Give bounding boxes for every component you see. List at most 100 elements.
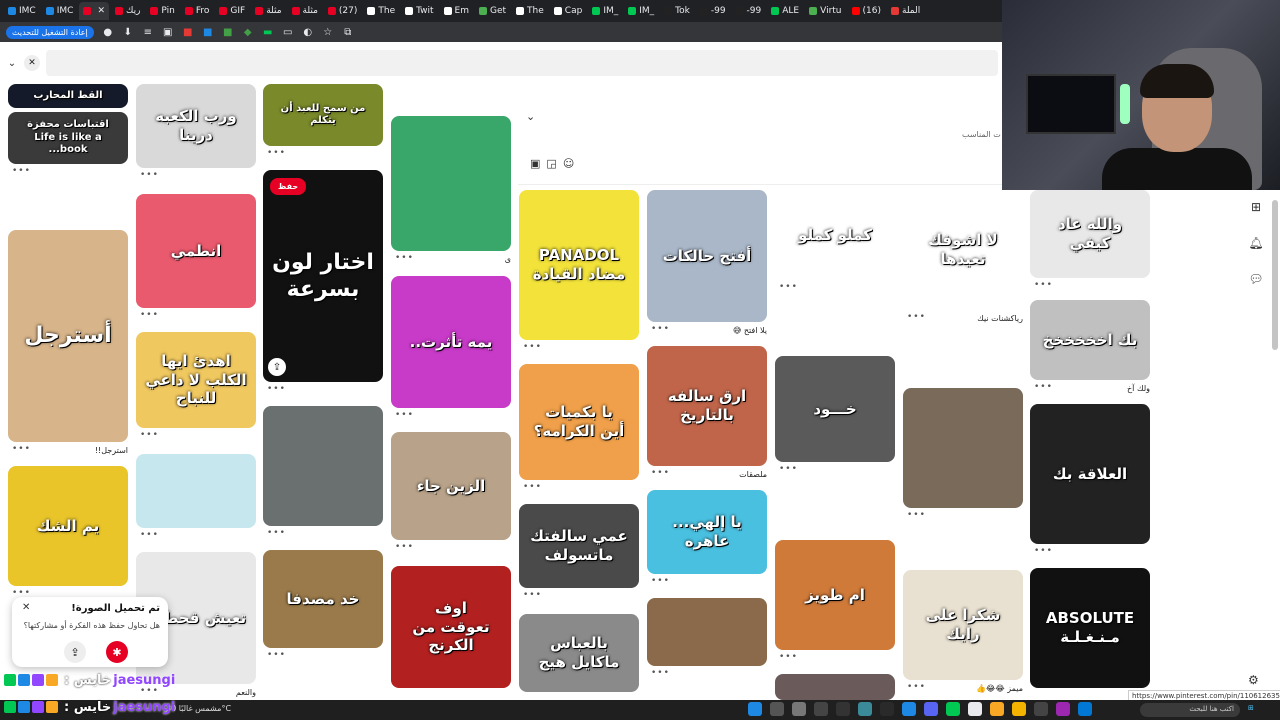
- pin-card[interactable]: [903, 388, 1023, 508]
- browser-tab[interactable]: Em: [440, 2, 473, 20]
- app-icon[interactable]: [770, 702, 784, 716]
- more-options-icon[interactable]: •••: [267, 384, 286, 394]
- pin-card[interactable]: شكرا على رايك: [903, 570, 1023, 680]
- pin-card[interactable]: بك اخخخخخخ: [1030, 300, 1150, 380]
- tab-search-icon[interactable]: ⧉: [342, 26, 354, 38]
- more-options-icon[interactable]: •••: [140, 430, 159, 440]
- menu-icon[interactable]: ≡: [142, 26, 154, 38]
- more-options-icon[interactable]: •••: [779, 652, 798, 662]
- search-input[interactable]: [46, 50, 998, 76]
- browser-tab[interactable]: IMC: [42, 2, 78, 20]
- app-icon[interactable]: [814, 702, 828, 716]
- pin-card[interactable]: يمه تأثرت..: [391, 276, 511, 408]
- pin-title[interactable]: والنعم: [136, 688, 256, 697]
- app-icon[interactable]: [836, 702, 850, 716]
- more-options-icon[interactable]: •••: [267, 528, 286, 538]
- pin-card[interactable]: أسترجل: [8, 230, 128, 442]
- close-icon[interactable]: ✕: [24, 55, 40, 71]
- pin-card[interactable]: [263, 406, 383, 526]
- close-icon[interactable]: ✕: [22, 602, 30, 613]
- more-options-icon[interactable]: •••: [523, 590, 542, 600]
- pin-card[interactable]: انطمي: [136, 194, 256, 308]
- pin-title[interactable]: ملصقات: [647, 470, 767, 479]
- download-icon[interactable]: ⬇: [122, 26, 134, 38]
- pin-card[interactable]: اهدئ ايها الكلب لا داعي للنباح: [136, 332, 256, 428]
- pin-card[interactable]: يا بكميات أين الكرامه؟: [519, 364, 639, 480]
- pin-title[interactable]: يلا افتح 😅: [647, 326, 767, 335]
- more-options-icon[interactable]: •••: [12, 166, 31, 176]
- browser-tab[interactable]: Virtu: [805, 2, 845, 20]
- pin-card[interactable]: ABSOLUTE مـنـغـلـة: [1030, 568, 1150, 688]
- folder-icon[interactable]: [990, 702, 1004, 716]
- chrome-icon[interactable]: [1012, 702, 1026, 716]
- messages-icon[interactable]: 💬︎: [1248, 272, 1263, 286]
- pin-card[interactable]: الزين جاء: [391, 432, 511, 540]
- app-icon[interactable]: [1078, 702, 1092, 716]
- browser-tab[interactable]: IM_: [588, 2, 622, 20]
- browser-tab[interactable]: مثلة: [288, 2, 322, 20]
- app-icon[interactable]: [1056, 702, 1070, 716]
- browser-tab[interactable]: IM_: [624, 2, 658, 20]
- app-icon[interactable]: [968, 702, 982, 716]
- more-options-icon[interactable]: •••: [140, 530, 159, 540]
- more-options-icon[interactable]: •••: [907, 510, 926, 520]
- browser-tab[interactable]: Get: [475, 2, 510, 20]
- more-options-icon[interactable]: •••: [779, 464, 798, 474]
- star-icon[interactable]: ☆: [322, 26, 334, 38]
- app-icon[interactable]: [880, 702, 894, 716]
- more-options-icon[interactable]: •••: [523, 482, 542, 492]
- more-options-icon[interactable]: •••: [140, 310, 159, 320]
- more-options-icon[interactable]: •••: [395, 410, 414, 420]
- browser-tab[interactable]: Twit: [401, 2, 437, 20]
- more-options-icon[interactable]: •••: [267, 650, 286, 660]
- extension-green2-icon[interactable]: ▬: [262, 26, 274, 38]
- pin-title[interactable]: ميمز 😂😂👍: [903, 684, 1023, 693]
- browser-tab[interactable]: ريك: [111, 2, 144, 20]
- share-icon[interactable]: ⇪: [64, 641, 86, 663]
- browser-tab[interactable]: الملة: [887, 2, 924, 20]
- browser-tab[interactable]: Tok: [660, 2, 694, 20]
- save-button[interactable]: حفظ: [270, 178, 307, 195]
- pin-card[interactable]: والله عاد كيفي: [1030, 190, 1150, 278]
- windows-icon[interactable]: ⊞: [1248, 704, 1254, 712]
- more-options-icon[interactable]: •••: [267, 148, 286, 158]
- pin-card[interactable]: خد مصدفا: [263, 550, 383, 648]
- pin-card[interactable]: من سمح للعبد أن يتكلم: [263, 84, 383, 146]
- more-options-icon[interactable]: •••: [395, 542, 414, 552]
- notifications-icon[interactable]: 🔔︎: [1248, 236, 1263, 250]
- pin-card[interactable]: يم الشك: [8, 466, 128, 586]
- share-icon[interactable]: ⇪: [268, 358, 286, 376]
- more-options-icon[interactable]: •••: [1034, 546, 1053, 556]
- close-tab-icon[interactable]: ✕: [97, 6, 105, 16]
- more-options-icon[interactable]: •••: [1034, 280, 1053, 290]
- pin-card[interactable]: اوف تعوقت من الكرنج: [391, 566, 511, 688]
- pin-card[interactable]: لا اشوفك تعيدها: [903, 190, 1023, 310]
- pin-title[interactable]: ى: [391, 255, 511, 264]
- browser-tab[interactable]: (16): [848, 2, 885, 20]
- browser-tab[interactable]: (27): [324, 2, 361, 20]
- pin-card[interactable]: اقتباسات محفزة Life is like a book...: [8, 112, 128, 164]
- pin-card[interactable]: بالعباس ماكايل هيج: [519, 614, 639, 692]
- extension-green-icon[interactable]: ■: [222, 26, 234, 38]
- app-icon[interactable]: [1034, 702, 1048, 716]
- browser-tab[interactable]: مثلة: [251, 2, 285, 20]
- pin-card[interactable]: أفتح حالكات: [647, 190, 767, 322]
- browser-tab[interactable]: Pin: [146, 2, 178, 20]
- extension-white-icon[interactable]: ▭: [282, 26, 294, 38]
- image-icon[interactable]: ▣: [530, 157, 540, 170]
- browser-tab[interactable]: -99: [696, 2, 730, 20]
- pin-title[interactable]: ولك آخ: [1030, 384, 1150, 393]
- browser-tab[interactable]: The: [512, 2, 548, 20]
- pin-card[interactable]: [775, 674, 895, 700]
- pin-card[interactable]: اختار لون بسرعة: [263, 170, 383, 382]
- app-icon[interactable]: [902, 702, 916, 716]
- weather-widget[interactable]: مشمس غالبًا 30°C: [166, 704, 231, 713]
- more-options-icon[interactable]: •••: [779, 282, 798, 292]
- relaunch-button[interactable]: إعادة التشغيل للتحديث: [6, 25, 94, 39]
- app-icon[interactable]: [858, 702, 872, 716]
- browser-tab[interactable]: -99: [732, 2, 766, 20]
- pin-icon[interactable]: ✱: [106, 641, 128, 663]
- pin-card[interactable]: [136, 454, 256, 528]
- pin-title[interactable]: رياكشنات نيك: [903, 314, 1023, 323]
- browser-tab[interactable]: Cap: [550, 2, 587, 20]
